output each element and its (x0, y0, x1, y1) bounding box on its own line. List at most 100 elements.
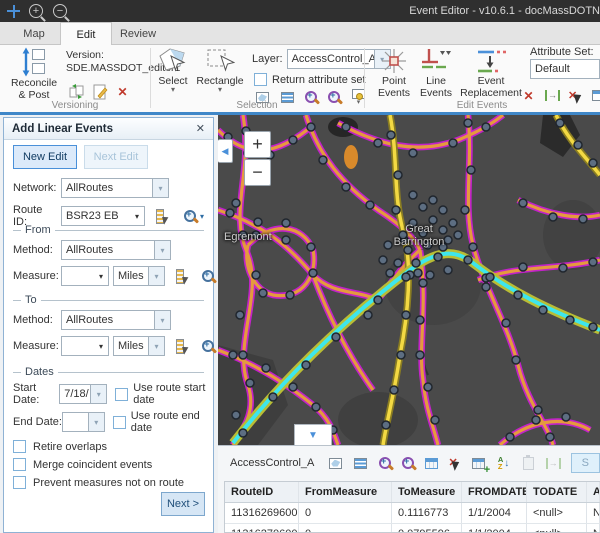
table-field-calculator-icon[interactable] (424, 455, 439, 472)
retire-overlaps-checkbox[interactable] (13, 440, 26, 453)
use-route-end-date-label: Use route end date (131, 410, 213, 434)
network-caret-icon[interactable]: ▾ (152, 179, 168, 197)
close-icon[interactable]: ✕ (196, 122, 205, 135)
to-method-select[interactable]: AllRoutes ▾ (61, 310, 171, 330)
map-zoom-in-button[interactable]: + (244, 131, 271, 158)
attribute-set-select[interactable]: Default (530, 59, 600, 79)
table-cell: 1/1/2004 (462, 524, 527, 533)
start-date-caret-icon[interactable]: ▾ (90, 385, 106, 403)
to-method-caret-icon[interactable]: ▾ (154, 311, 170, 329)
to-measure-combo[interactable]: ▾ (61, 336, 109, 356)
network-select[interactable]: AllRoutes ▾ (61, 178, 169, 198)
table-save-button[interactable]: S (571, 453, 600, 473)
table-layer-name: AccessControl_A (230, 457, 314, 469)
table-row[interactable]: 11316270600 0 0.0795596 1/1/2004 <null> … (225, 524, 600, 533)
table-toggle-button[interactable]: ▼ (294, 424, 332, 445)
rectangle-tool-icon (205, 47, 235, 75)
to-unit-select[interactable]: Miles ▾ (113, 336, 165, 356)
end-date-caret-icon[interactable]: ▾ (88, 413, 104, 431)
to-unit-caret-icon[interactable]: ▾ (148, 337, 164, 355)
start-date-combo[interactable]: 7/18/ ▾ (59, 384, 107, 404)
map-zoom-out-button[interactable]: − (244, 159, 271, 186)
use-route-start-date-checkbox[interactable] (115, 388, 128, 401)
table-add-record-icon[interactable]: + (471, 455, 486, 472)
point-events-label-1: Point (382, 75, 406, 87)
to-measure-caret-icon[interactable]: ▾ (94, 342, 108, 351)
next-button[interactable]: Next > (161, 492, 205, 516)
table-cell: N (587, 503, 600, 523)
reconcile-post-button[interactable]: Reconcile & Post (6, 47, 62, 101)
to-zoom-icon[interactable]: + (201, 339, 216, 354)
route-id-caret-icon[interactable]: ▾ (130, 212, 144, 221)
column-header-routeid[interactable]: RouteID (225, 482, 299, 502)
from-measure-caret-icon[interactable]: ▾ (94, 272, 108, 281)
event-replacement-button[interactable]: Event Replacement (458, 47, 524, 99)
zoom-to-route-icon[interactable]: + (183, 209, 198, 224)
delete-version-icon[interactable]: ✕ (114, 83, 131, 100)
start-date-value: 7/18/ (60, 388, 90, 400)
point-events-button[interactable]: Point Events (374, 47, 414, 99)
rectangle-caret-icon[interactable]: ▾ (218, 87, 222, 93)
tab-map[interactable]: Map (8, 22, 60, 45)
pan-icon[interactable] (6, 4, 21, 19)
select-tool-button[interactable]: Select ▾ (154, 47, 192, 93)
layer-value: AccessControl_A (288, 53, 374, 65)
end-date-combo[interactable]: ▾ (62, 412, 104, 432)
table-paste-icon[interactable] (521, 455, 536, 472)
zoom-to-route-caret-icon[interactable]: ▾ (200, 212, 204, 221)
ribbon-tab-row: Map Edit Review (0, 22, 600, 45)
from-measure-on-map-icon[interactable] (175, 269, 189, 284)
zoom-in-icon[interactable]: + (29, 4, 43, 18)
from-unit-select[interactable]: Miles ▾ (113, 266, 165, 286)
map-canvas[interactable] (218, 115, 600, 445)
event-editor-app: + − Event Editor - v10.6.1 - docMassDOTN… (0, 0, 600, 533)
from-method-select[interactable]: AllRoutes ▾ (61, 240, 171, 260)
table-zoom-to-selected-icon[interactable]: + (378, 456, 391, 471)
version-value: SDE.MASSDOT_editor1 (66, 62, 152, 75)
zoom-out-icon[interactable]: − (53, 4, 67, 18)
line-events-label-2: Events (420, 87, 452, 99)
from-unit-caret-icon[interactable]: ▾ (148, 267, 164, 285)
select-tool-icon (158, 47, 188, 75)
to-unit-value: Miles (114, 340, 148, 352)
next-edit-button[interactable]: Next Edit (84, 145, 148, 169)
collapse-panel-button[interactable]: ◀ (218, 139, 233, 163)
column-header-access[interactable]: AC (587, 482, 600, 502)
table-pan-to-selected-icon[interactable]: + (401, 456, 414, 471)
merge-coincident-events-checkbox[interactable] (13, 458, 26, 471)
dates-legend: Dates (13, 366, 204, 378)
table-sort-icon[interactable]: AZ ↓ (496, 455, 511, 472)
new-edit-button[interactable]: New Edit (13, 145, 77, 169)
select-route-on-map-icon[interactable] (155, 209, 169, 224)
tab-review[interactable]: Review (112, 22, 164, 45)
from-measure-combo[interactable]: ▾ (61, 266, 109, 286)
table-clear-selection-icon[interactable]: ✕ (449, 456, 462, 470)
prevent-measures-checkbox[interactable] (13, 476, 26, 489)
column-header-fromdate[interactable]: FROMDATE (462, 482, 527, 502)
tab-edit[interactable]: Edit (60, 22, 112, 46)
column-header-frommeasure[interactable]: FromMeasure (299, 482, 392, 502)
to-measure-on-map-icon[interactable] (175, 339, 189, 354)
table-cell: 1/1/2004 (462, 503, 527, 523)
select-caret-icon[interactable]: ▾ (171, 87, 175, 93)
table-cell: N (587, 524, 600, 533)
return-attribute-set-checkbox[interactable] (254, 73, 267, 86)
from-zoom-icon[interactable]: + (201, 269, 216, 284)
column-header-tomeasure[interactable]: ToMeasure (392, 482, 462, 502)
reconcile-version-icon[interactable] (68, 83, 85, 100)
point-events-label-2: Events (378, 87, 410, 99)
route-id-combo[interactable]: BSR23 EB ▾ (61, 206, 145, 226)
to-legend: To (13, 294, 204, 306)
table-records-icon[interactable] (353, 455, 368, 472)
column-header-todate[interactable]: TODATE (527, 482, 587, 502)
map-view[interactable]: Egremont Great Barrington ◀ + − ▼ (218, 115, 600, 445)
table-cell: 0.1116773 (392, 503, 462, 523)
line-events-button[interactable]: Line Events (416, 47, 456, 99)
edit-version-icon[interactable] (91, 83, 108, 100)
rectangle-tool-button[interactable]: Rectangle ▾ (196, 47, 244, 93)
table-select-features-icon[interactable] (328, 455, 343, 472)
from-method-caret-icon[interactable]: ▾ (154, 241, 170, 259)
table-extend-icon[interactable]: → (546, 455, 561, 472)
use-route-end-date-checkbox[interactable] (113, 416, 126, 429)
table-row[interactable]: 11316269600 0 0.1116773 1/1/2004 <null> … (225, 503, 600, 524)
